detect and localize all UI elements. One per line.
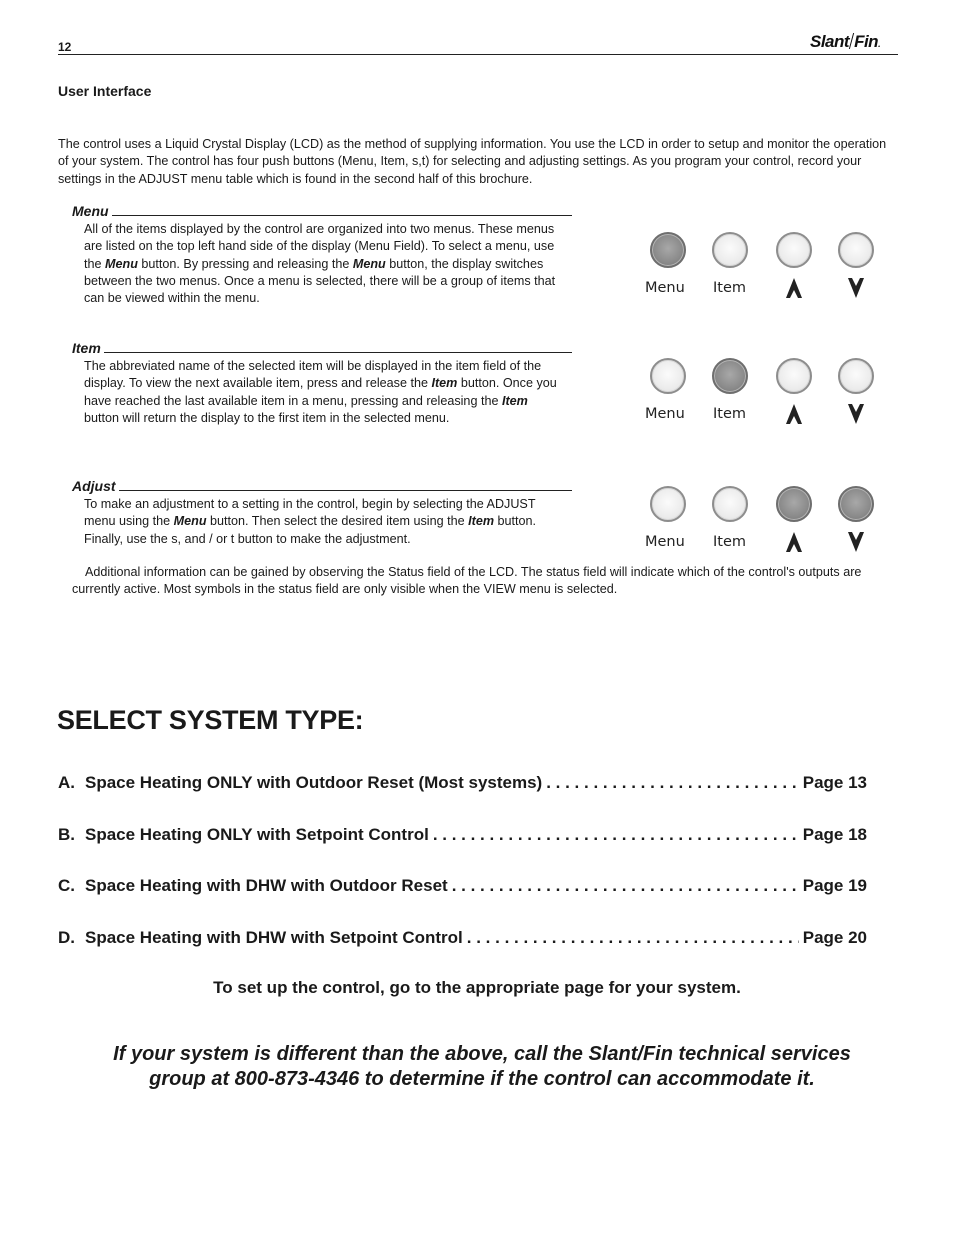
- logo-text-left: Slant: [810, 32, 850, 51]
- emphasis-text: Menu: [173, 514, 207, 529]
- page-number: 12: [58, 40, 72, 54]
- intro-paragraph: The control uses a Liquid Crystal Displa…: [58, 137, 887, 186]
- emphasis-text: Item: [468, 514, 495, 529]
- item-button-label: Item: [713, 534, 747, 550]
- menu-button-label: Menu: [645, 406, 685, 422]
- system-option-c[interactable]: C. Space Heating with DHW with Outdoor R…: [58, 876, 867, 896]
- button-panel-adjust: Menu Item: [636, 486, 898, 566]
- emphasis-text: Menu: [352, 256, 386, 271]
- up-arrow-icon: [786, 532, 802, 552]
- dot-leader: [433, 825, 799, 845]
- emphasis-text: Menu: [105, 256, 138, 271]
- up-button[interactable]: [776, 358, 812, 394]
- logo-text-right: Fin: [854, 32, 879, 51]
- dot-leader: [467, 928, 799, 948]
- down-arrow-icon: [848, 278, 864, 298]
- up-arrow-icon: [786, 278, 802, 298]
- subsection-body: The abbreviated name of the selected ite…: [84, 358, 564, 427]
- menu-button[interactable]: [650, 486, 686, 522]
- dot-leader: [546, 773, 799, 793]
- menu-button-label: Menu: [645, 534, 685, 550]
- subsection-adjust: Adjust To make an adjustment to a settin…: [72, 479, 572, 548]
- option-page-link[interactable]: Page 13: [803, 773, 867, 793]
- option-label: Space Heating with DHW with Setpoint Con…: [85, 928, 463, 947]
- menu-button[interactable]: [650, 358, 686, 394]
- heading-rule: [118, 489, 572, 491]
- slantfin-logo: Slant Fin.: [810, 32, 881, 52]
- option-label: Space Heating ONLY with Setpoint Control: [85, 825, 429, 844]
- subsection-body: To make an adjustment to a setting in th…: [84, 496, 564, 548]
- option-letter: B.: [58, 825, 75, 844]
- option-letter: C.: [58, 876, 75, 895]
- setup-instruction: To set up the control, go to the appropr…: [213, 978, 741, 997]
- emphasis-text: Item: [431, 376, 458, 391]
- subsection-heading: Item: [72, 341, 572, 355]
- system-option-a[interactable]: A. Space Heating ONLY with Outdoor Reset…: [58, 773, 867, 793]
- system-option-b[interactable]: B. Space Heating ONLY with Setpoint Cont…: [58, 825, 867, 845]
- additional-info-paragraph: Additional information can be gained by …: [72, 565, 862, 597]
- emphasis-text: Item: [501, 393, 528, 408]
- down-arrow-icon: [848, 404, 864, 424]
- down-arrow-icon: [848, 532, 864, 552]
- select-system-title: SELECT SYSTEM TYPE:: [57, 705, 364, 735]
- option-label: Space Heating ONLY with Outdoor Reset (M…: [85, 773, 543, 792]
- button-panel-item: Menu Item: [636, 358, 898, 438]
- menu-button[interactable]: [650, 232, 686, 268]
- dot-leader: [452, 876, 799, 896]
- option-letter: D.: [58, 928, 75, 947]
- option-page-link[interactable]: Page 19: [803, 876, 867, 896]
- body-text: button. By pressing and releasing the: [137, 256, 353, 271]
- option-label: Space Heating with DHW with Outdoor Rese…: [85, 876, 448, 895]
- down-button[interactable]: [838, 358, 874, 394]
- subsection-menu: Menu All of the items displayed by the c…: [72, 204, 572, 307]
- logo-mark: .: [878, 39, 881, 49]
- item-button[interactable]: [712, 232, 748, 268]
- item-button-label: Item: [713, 406, 747, 422]
- item-button[interactable]: [712, 358, 748, 394]
- down-button[interactable]: [838, 232, 874, 268]
- option-letter: A.: [58, 773, 75, 792]
- up-arrow-icon: [786, 404, 802, 424]
- technical-services-callout: If your system is different than the abo…: [40, 1042, 924, 1092]
- subsection-heading: Menu: [72, 204, 572, 218]
- subsection-heading-label: Adjust: [72, 478, 116, 494]
- body-text: button will return the display to the fi…: [84, 410, 450, 425]
- callout-line: group at 800-873-4346 to determine if th…: [149, 1068, 815, 1090]
- option-page-link[interactable]: Page 20: [803, 928, 867, 948]
- item-button[interactable]: [712, 486, 748, 522]
- down-button[interactable]: [838, 486, 874, 522]
- subsection-heading-label: Menu: [72, 203, 109, 219]
- subsection-heading-label: Item: [72, 340, 101, 356]
- body-text: button. Then select the desired item usi…: [206, 514, 469, 529]
- header-rule: [58, 54, 898, 55]
- up-button[interactable]: [776, 232, 812, 268]
- section-title: User Interface: [58, 83, 152, 99]
- subsection-body: All of the items displayed by the contro…: [84, 221, 564, 307]
- system-option-d[interactable]: D. Space Heating with DHW with Setpoint …: [58, 928, 867, 948]
- button-panel-menu: Menu Item: [636, 232, 898, 312]
- heading-rule: [111, 214, 572, 216]
- item-button-label: Item: [713, 280, 747, 296]
- subsection-heading: Adjust: [72, 479, 572, 493]
- up-button[interactable]: [776, 486, 812, 522]
- menu-button-label: Menu: [645, 280, 685, 296]
- callout-line: If your system is different than the abo…: [113, 1043, 851, 1065]
- heading-rule: [103, 351, 572, 353]
- option-page-link[interactable]: Page 18: [803, 825, 867, 845]
- subsection-item: Item The abbreviated name of the selecte…: [72, 341, 572, 427]
